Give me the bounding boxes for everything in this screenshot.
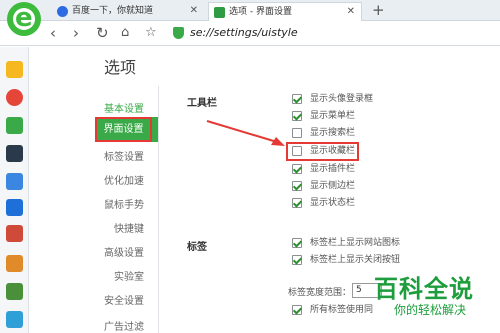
tab-bar: 百度一下，你就知道 ✕ 选项 - 界面设置 ✕ + xyxy=(0,0,500,21)
navigation-toolbar: ‹ › ↻ ⌂ ☆ se://settings/uistyle xyxy=(0,21,500,46)
nav-shortcuts[interactable]: 快捷键 xyxy=(114,220,144,235)
nav-ui-settings-label: 界面设置 xyxy=(95,117,152,142)
nav-lab[interactable]: 实验室 xyxy=(114,268,144,283)
highlight-box xyxy=(286,142,359,161)
nav-advanced[interactable]: 高级设置 xyxy=(104,244,144,259)
game-icon-2[interactable] xyxy=(6,255,23,272)
forward-icon[interactable]: › xyxy=(73,24,79,42)
p-icon[interactable] xyxy=(6,311,23,328)
option-label: 显示搜索栏 xyxy=(310,128,356,138)
star-icon[interactable]: ☆ xyxy=(145,24,157,42)
tab-label: 选项 - 界面设置 xyxy=(229,7,292,17)
checkbox[interactable] xyxy=(292,305,302,315)
checkbox[interactable] xyxy=(292,94,302,104)
nav-mouse-gesture[interactable]: 鼠标手势 xyxy=(104,196,144,211)
nav-divider xyxy=(158,86,159,333)
tab-baidu[interactable]: 百度一下，你就知道 ✕ xyxy=(52,2,204,21)
option-label: 显示插件栏 xyxy=(310,164,356,174)
game-icon-3[interactable] xyxy=(6,283,23,300)
shield-icon xyxy=(173,27,184,39)
close-icon[interactable]: ✕ xyxy=(190,2,198,20)
browser-logo-icon[interactable]: e xyxy=(7,2,41,36)
nav-basic-settings[interactable]: 基本设置 xyxy=(104,100,144,115)
tab-settings[interactable]: 选项 - 界面设置 ✕ xyxy=(208,2,362,21)
option-label: 标签栏上显示关闭按钮 xyxy=(310,255,401,265)
option-label: 所有标签使用同 xyxy=(310,305,374,315)
watermark-title: 百科全说 xyxy=(374,275,474,303)
nav-ad-filter[interactable]: 广告过滤 xyxy=(104,318,144,333)
checkbox[interactable] xyxy=(292,181,302,191)
red-arrow-icon xyxy=(206,120,285,146)
checkbox[interactable] xyxy=(292,238,302,248)
url-text: se://settings/uistyle xyxy=(190,26,298,39)
settings-page-icon xyxy=(214,7,225,18)
watermark-subtitle: 你的轻松解决 xyxy=(394,303,467,317)
nav-tab-settings[interactable]: 标签设置 xyxy=(104,148,144,163)
option-label: 显示状态栏 xyxy=(310,198,356,208)
checkbox[interactable] xyxy=(292,255,302,265)
checkbox[interactable] xyxy=(292,198,302,208)
option-label: 显示菜单栏 xyxy=(310,111,356,121)
tab-label: 百度一下，你就知道 xyxy=(72,6,154,16)
checkbox[interactable] xyxy=(292,111,302,121)
close-icon[interactable]: ✕ xyxy=(347,3,355,21)
document-icon[interactable] xyxy=(6,173,23,190)
settings-nav: 基本设置 界面设置 标签设置 优化加速 鼠标手势 快捷键 高级设置 实验室 安全… xyxy=(95,86,158,333)
new-tab-button[interactable]: + xyxy=(372,1,385,19)
address-bar[interactable]: se://settings/uistyle xyxy=(170,24,496,43)
sidebar xyxy=(0,47,29,333)
home-icon[interactable]: ⌂ xyxy=(121,24,129,42)
checkbox[interactable] xyxy=(292,128,302,138)
nav-optimize[interactable]: 优化加速 xyxy=(104,172,144,187)
game-icon[interactable] xyxy=(6,225,23,242)
watermark: 百科全说 你的轻松解决 xyxy=(374,269,500,333)
option-label: 显示头像登录框 xyxy=(310,94,374,104)
refresh-icon[interactable]: ↻ xyxy=(96,24,109,42)
option-label: 显示侧边栏 xyxy=(310,181,356,191)
checkbox[interactable] xyxy=(292,164,302,174)
back-icon[interactable]: ‹ xyxy=(50,24,56,42)
favorites-star-icon[interactable] xyxy=(6,61,23,78)
news-icon[interactable] xyxy=(6,145,23,162)
app-icon[interactable] xyxy=(6,199,23,216)
nav-ui-settings[interactable]: 界面设置 xyxy=(95,117,158,142)
weibo-icon[interactable] xyxy=(6,89,23,106)
page-title: 选项 xyxy=(104,58,137,77)
tabs-section-title: 标签 xyxy=(187,242,207,253)
option-label: 标签栏上显示网站图标 xyxy=(310,238,401,248)
mail-icon[interactable] xyxy=(6,117,23,134)
tab-width-value: 5 xyxy=(356,285,362,295)
tab-width-label: 标签宽度范围： xyxy=(288,288,352,298)
toolbar-section-title: 工具栏 xyxy=(187,98,217,109)
baidu-icon xyxy=(57,6,68,17)
nav-security[interactable]: 安全设置 xyxy=(104,292,144,307)
